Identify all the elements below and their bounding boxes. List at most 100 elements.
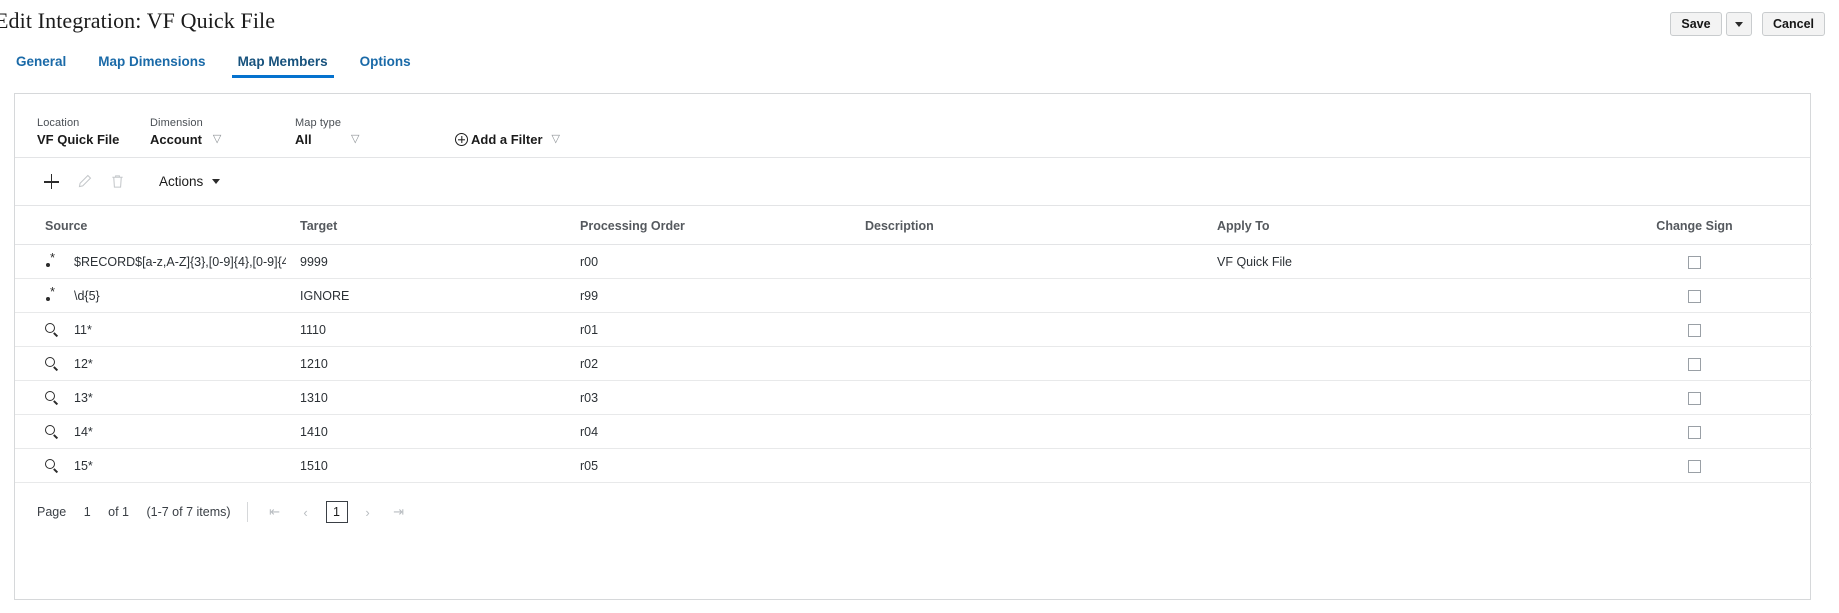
tab-bar: General Map Dimensions Map Members Optio… [0, 54, 1839, 82]
processing-order-value: r03 [580, 390, 599, 405]
search-icon [45, 356, 60, 371]
target-value: IGNORE [300, 288, 350, 303]
source-value: 15* [74, 458, 93, 473]
chevron-down-icon[interactable]: ▽ [351, 134, 359, 145]
table-row[interactable]: * \d{5} IGNORE r99 [15, 278, 1812, 313]
last-page-icon[interactable]: ⇥ [388, 501, 410, 523]
cell-description [865, 278, 1217, 313]
chevron-down-icon[interactable]: ▽ [552, 134, 560, 145]
pencil-icon [78, 174, 91, 188]
cell-target: 1210 [300, 346, 580, 381]
column-header-source[interactable]: Source [15, 206, 300, 245]
cell-description [865, 312, 1217, 347]
plus-circle-icon [455, 133, 468, 146]
cell-target: 1110 [300, 312, 580, 347]
cancel-button[interactable]: Cancel [1762, 12, 1825, 36]
tab-options[interactable]: Options [344, 54, 427, 78]
edit-row-button[interactable] [70, 168, 98, 196]
cell-processing-order: r04 [580, 414, 865, 449]
search-icon [45, 322, 60, 337]
cell-apply-to [1217, 448, 1577, 483]
cell-source: * \d{5} [15, 278, 300, 313]
cell-target: 1510 [300, 448, 580, 483]
column-header-target[interactable]: Target [300, 206, 580, 245]
column-header-apply-to[interactable]: Apply To [1217, 206, 1577, 245]
change-sign-checkbox[interactable] [1688, 391, 1701, 405]
location-field[interactable]: Location VF Quick File [37, 117, 150, 147]
table-row[interactable]: 11* 1110 r01 [15, 312, 1812, 347]
chevron-down-icon[interactable]: ▽ [213, 134, 221, 145]
pagination-page-number: 1 [83, 505, 91, 519]
add-row-button[interactable] [37, 168, 65, 196]
cell-apply-to [1217, 346, 1577, 381]
pagination: Page 1 of 1 (1-7 of 7 items) ⇤ ‹ 1 › ⇥ [15, 483, 1810, 523]
target-value: 1510 [300, 458, 328, 473]
map-type-value: All [295, 132, 312, 147]
next-page-icon[interactable]: › [357, 501, 379, 523]
cell-source: 15* [15, 448, 300, 483]
dimension-field[interactable]: Dimension Account ▽ [150, 117, 295, 147]
first-page-icon[interactable]: ⇤ [264, 501, 286, 523]
change-sign-checkbox[interactable] [1688, 459, 1701, 473]
table-body: * $RECORD$[a-z,A-Z]{3},[0-9]{4},[0-9]{4} 9… [15, 244, 1812, 483]
change-sign-checkbox[interactable] [1688, 255, 1701, 269]
header-actions: Save Cancel [1670, 12, 1825, 36]
column-header-processing-order[interactable]: Processing Order [580, 206, 865, 245]
trash-icon [111, 175, 123, 188]
previous-page-icon[interactable]: ‹ [295, 501, 317, 523]
change-sign-checkbox[interactable] [1688, 425, 1701, 439]
target-value: 1110 [300, 322, 326, 337]
table-row[interactable]: 13* 1310 r03 [15, 380, 1812, 415]
table-row[interactable]: 12* 1210 r02 [15, 346, 1812, 381]
cell-change-sign [1577, 312, 1812, 347]
tab-general[interactable]: General [14, 54, 82, 78]
cell-change-sign [1577, 380, 1812, 415]
source-value: 13* [74, 390, 93, 405]
save-button[interactable]: Save [1670, 12, 1722, 36]
table-row[interactable]: 14* 1410 r04 [15, 414, 1812, 449]
cell-change-sign [1577, 244, 1812, 279]
cell-processing-order: r03 [580, 380, 865, 415]
cell-apply-to: VF Quick File [1217, 244, 1577, 279]
search-icon [45, 424, 60, 439]
pagination-summary: Page 1 of 1 (1-7 of 7 items) [37, 505, 231, 519]
cell-apply-to [1217, 380, 1577, 415]
column-header-description[interactable]: Description [865, 206, 1217, 245]
change-sign-checkbox[interactable] [1688, 289, 1701, 303]
table-row[interactable]: 15* 1510 r05 [15, 448, 1812, 483]
map-type-field[interactable]: Map type All ▽ [295, 117, 433, 147]
save-dropdown-button[interactable] [1726, 12, 1752, 36]
delete-row-button[interactable] [103, 168, 131, 196]
column-header-change-sign[interactable]: Change Sign [1577, 206, 1812, 245]
regex-icon: * [45, 285, 60, 303]
tab-map-members[interactable]: Map Members [222, 54, 344, 78]
tab-map-dimensions[interactable]: Map Dimensions [82, 54, 221, 78]
processing-order-value: r00 [580, 254, 599, 269]
cell-target: 1410 [300, 414, 580, 449]
change-sign-checkbox[interactable] [1688, 357, 1701, 371]
table-row[interactable]: * $RECORD$[a-z,A-Z]{3},[0-9]{4},[0-9]{4} 9… [15, 244, 1812, 279]
location-value: VF Quick File [37, 132, 120, 147]
processing-order-value: r99 [580, 288, 599, 303]
source-value: 11* [74, 322, 92, 337]
cell-source: 13* [15, 380, 300, 415]
dimension-label: Dimension [150, 117, 203, 129]
cell-processing-order: r01 [580, 312, 865, 347]
source-value: $RECORD$[a-z,A-Z]{3},[0-9]{4},[0-9]{4} [74, 254, 286, 269]
cell-apply-to [1217, 312, 1577, 347]
pagination-current-page[interactable]: 1 [325, 501, 348, 523]
table-header: Source Target Processing Order Descripti… [15, 206, 1812, 245]
cell-description [865, 380, 1217, 415]
target-value: 1210 [300, 356, 328, 371]
add-filter-label: Add a Filter [471, 132, 543, 147]
pagination-page-label: Page [37, 505, 67, 519]
pagination-items-label: (1-7 of 7 items) [146, 505, 231, 519]
actions-menu-button[interactable]: Actions [159, 174, 221, 189]
cell-target: 1310 [300, 380, 580, 415]
cell-description [865, 346, 1217, 381]
change-sign-checkbox[interactable] [1688, 323, 1701, 337]
target-value: 9999 [300, 254, 328, 269]
add-filter-button[interactable]: Add a Filter ▽ [455, 132, 560, 147]
cell-source: * $RECORD$[a-z,A-Z]{3},[0-9]{4},[0-9]{4} [15, 244, 300, 279]
cell-processing-order: r00 [580, 244, 865, 279]
